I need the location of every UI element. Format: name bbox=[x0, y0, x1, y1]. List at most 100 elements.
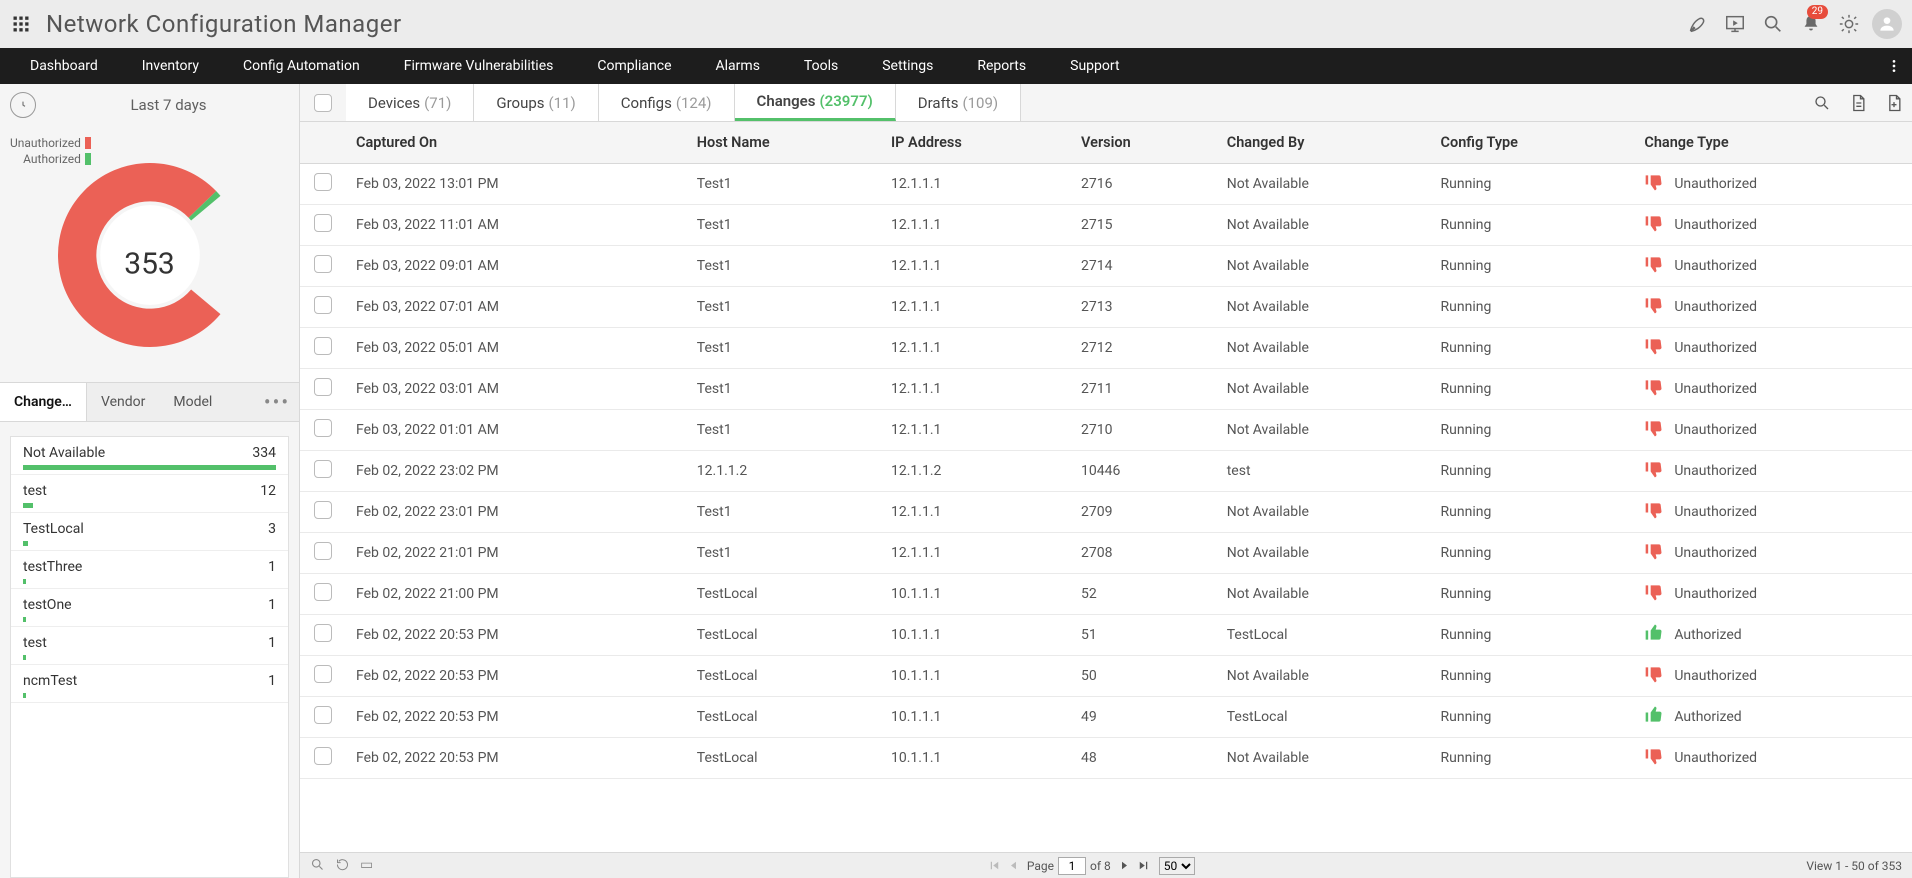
pager-last-icon[interactable] bbox=[1136, 858, 1151, 873]
row-checkbox[interactable] bbox=[314, 419, 332, 437]
column-header[interactable]: Config Type bbox=[1431, 122, 1635, 164]
nav-item-tools[interactable]: Tools bbox=[782, 48, 860, 84]
column-header[interactable]: Captured On bbox=[346, 122, 687, 164]
table-footer: ▭ Page of 8 50 View 1 - 50 of 353 bbox=[300, 852, 1912, 878]
main-panel: Devices (71)Groups (11)Configs (124)Chan… bbox=[300, 84, 1912, 878]
table-row[interactable]: Feb 03, 2022 01:01 AM Test1 12.1.1.1 271… bbox=[300, 410, 1912, 451]
row-checkbox[interactable] bbox=[314, 624, 332, 642]
sidebar-list-item[interactable]: test1 bbox=[11, 627, 288, 665]
nav-item-config-automation[interactable]: Config Automation bbox=[221, 48, 382, 84]
sidebar-list-item[interactable]: TestLocal3 bbox=[11, 513, 288, 551]
sidebar-list-item[interactable]: Not Available334 bbox=[11, 437, 288, 475]
notifications-icon[interactable]: 29 bbox=[1792, 5, 1830, 43]
thumb-down-icon bbox=[1644, 336, 1664, 360]
table-row[interactable]: Feb 03, 2022 07:01 AM Test1 12.1.1.1 271… bbox=[300, 287, 1912, 328]
row-checkbox[interactable] bbox=[314, 747, 332, 765]
table-row[interactable]: Feb 02, 2022 20:53 PM TestLocal 10.1.1.1… bbox=[300, 656, 1912, 697]
footer-search-icon[interactable] bbox=[310, 857, 325, 875]
row-checkbox[interactable] bbox=[314, 460, 332, 478]
thumb-up-icon bbox=[1644, 705, 1664, 729]
user-avatar[interactable] bbox=[1872, 9, 1902, 39]
thumb-down-icon bbox=[1644, 254, 1664, 278]
nav-item-reports[interactable]: Reports bbox=[955, 48, 1048, 84]
table-search-icon[interactable] bbox=[1804, 84, 1840, 121]
column-header[interactable]: Changed By bbox=[1217, 122, 1431, 164]
table-row[interactable]: Feb 02, 2022 23:02 PM 12.1.1.2 12.1.1.2 … bbox=[300, 451, 1912, 492]
tab-groups[interactable]: Groups (11) bbox=[474, 84, 598, 121]
row-checkbox[interactable] bbox=[314, 296, 332, 314]
table-export-icon[interactable] bbox=[1876, 84, 1912, 121]
legend-unauthorized: Unauthorized bbox=[10, 136, 81, 150]
row-checkbox[interactable] bbox=[314, 542, 332, 560]
table-doc-icon[interactable] bbox=[1840, 84, 1876, 121]
nav-item-support[interactable]: Support bbox=[1048, 48, 1141, 84]
settings-icon[interactable] bbox=[1830, 5, 1868, 43]
table-row[interactable]: Feb 03, 2022 05:01 AM Test1 12.1.1.1 271… bbox=[300, 328, 1912, 369]
row-checkbox[interactable] bbox=[314, 255, 332, 273]
primary-nav: DashboardInventoryConfig AutomationFirmw… bbox=[0, 48, 1912, 84]
nav-item-dashboard[interactable]: Dashboard bbox=[8, 48, 120, 84]
sidebar-tab-more-icon[interactable]: ••• bbox=[255, 383, 299, 421]
row-checkbox[interactable] bbox=[314, 173, 332, 191]
table-row[interactable]: Feb 02, 2022 21:01 PM Test1 12.1.1.1 270… bbox=[300, 533, 1912, 574]
sidebar-list-item[interactable]: test12 bbox=[11, 475, 288, 513]
notifications-badge: 29 bbox=[1807, 5, 1828, 19]
sidebar-tab-vendor[interactable]: Vendor bbox=[87, 383, 159, 421]
sidebar-list-item[interactable]: ncmTest1 bbox=[11, 665, 288, 703]
main-tabs-row: Devices (71)Groups (11)Configs (124)Chan… bbox=[300, 84, 1912, 122]
column-header[interactable]: IP Address bbox=[881, 122, 1071, 164]
table-row[interactable]: Feb 02, 2022 20:53 PM TestLocal 10.1.1.1… bbox=[300, 697, 1912, 738]
table-row[interactable]: Feb 03, 2022 03:01 AM Test1 12.1.1.1 271… bbox=[300, 369, 1912, 410]
column-header[interactable]: Host Name bbox=[687, 122, 881, 164]
legend-authorized: Authorized bbox=[23, 152, 81, 166]
pager-next-icon[interactable] bbox=[1117, 858, 1132, 873]
nav-item-compliance[interactable]: Compliance bbox=[575, 48, 693, 84]
thumb-up-icon bbox=[1644, 623, 1664, 647]
pager-first-icon[interactable] bbox=[987, 858, 1002, 873]
rocket-icon[interactable] bbox=[1678, 5, 1716, 43]
nav-item-inventory[interactable]: Inventory bbox=[120, 48, 221, 84]
tab-drafts[interactable]: Drafts (109) bbox=[896, 84, 1021, 121]
table-row[interactable]: Feb 02, 2022 20:53 PM TestLocal 10.1.1.1… bbox=[300, 738, 1912, 779]
table-row[interactable]: Feb 02, 2022 20:53 PM TestLocal 10.1.1.1… bbox=[300, 615, 1912, 656]
table-row[interactable]: Feb 02, 2022 23:01 PM Test1 12.1.1.1 270… bbox=[300, 492, 1912, 533]
table-row[interactable]: Feb 03, 2022 11:01 AM Test1 12.1.1.1 271… bbox=[300, 205, 1912, 246]
thumb-down-icon bbox=[1644, 172, 1664, 196]
sidebar-tabs: Change… Vendor Model ••• bbox=[0, 382, 299, 422]
search-icon[interactable] bbox=[1754, 5, 1792, 43]
row-checkbox[interactable] bbox=[314, 378, 332, 396]
sidebar-list-item[interactable]: testThree1 bbox=[11, 551, 288, 589]
thumb-down-icon bbox=[1644, 377, 1664, 401]
row-checkbox[interactable] bbox=[314, 337, 332, 355]
table-row[interactable]: Feb 03, 2022 13:01 PM Test1 12.1.1.1 271… bbox=[300, 164, 1912, 205]
row-checkbox[interactable] bbox=[314, 501, 332, 519]
pager-pagesize-select[interactable]: 50 bbox=[1159, 857, 1195, 875]
time-range-selector[interactable]: Last 7 days bbox=[0, 84, 299, 126]
pager-view-text: View 1 - 50 of 353 bbox=[1806, 859, 1902, 873]
table-row[interactable]: Feb 02, 2022 21:00 PM TestLocal 10.1.1.1… bbox=[300, 574, 1912, 615]
sidebar-list-item[interactable]: testOne1 bbox=[11, 589, 288, 627]
row-checkbox[interactable] bbox=[314, 706, 332, 724]
nav-item-alarms[interactable]: Alarms bbox=[694, 48, 782, 84]
table-row[interactable]: Feb 03, 2022 09:01 AM Test1 12.1.1.1 271… bbox=[300, 246, 1912, 287]
tab-configs[interactable]: Configs (124) bbox=[599, 84, 735, 121]
column-header[interactable]: Version bbox=[1071, 122, 1217, 164]
column-header[interactable]: Change Type bbox=[1634, 122, 1912, 164]
footer-clear-icon[interactable]: ▭ bbox=[360, 857, 373, 875]
footer-refresh-icon[interactable] bbox=[335, 857, 350, 875]
tab-devices[interactable]: Devices (71) bbox=[346, 84, 474, 121]
app-launcher-icon[interactable] bbox=[0, 0, 42, 48]
select-all-checkbox[interactable] bbox=[314, 94, 332, 112]
pager-page-input[interactable] bbox=[1058, 857, 1086, 875]
sidebar-tab-change[interactable]: Change… bbox=[0, 383, 87, 421]
nav-item-firmware-vulnerabilities[interactable]: Firmware Vulnerabilities bbox=[382, 48, 576, 84]
row-checkbox[interactable] bbox=[314, 665, 332, 683]
presentation-icon[interactable] bbox=[1716, 5, 1754, 43]
sidebar-tab-model[interactable]: Model bbox=[159, 383, 226, 421]
nav-item-settings[interactable]: Settings bbox=[860, 48, 955, 84]
tab-changes[interactable]: Changes (23977) bbox=[735, 84, 896, 121]
row-checkbox[interactable] bbox=[314, 583, 332, 601]
pager-prev-icon[interactable] bbox=[1006, 858, 1021, 873]
nav-more-icon[interactable] bbox=[1876, 48, 1912, 84]
row-checkbox[interactable] bbox=[314, 214, 332, 232]
